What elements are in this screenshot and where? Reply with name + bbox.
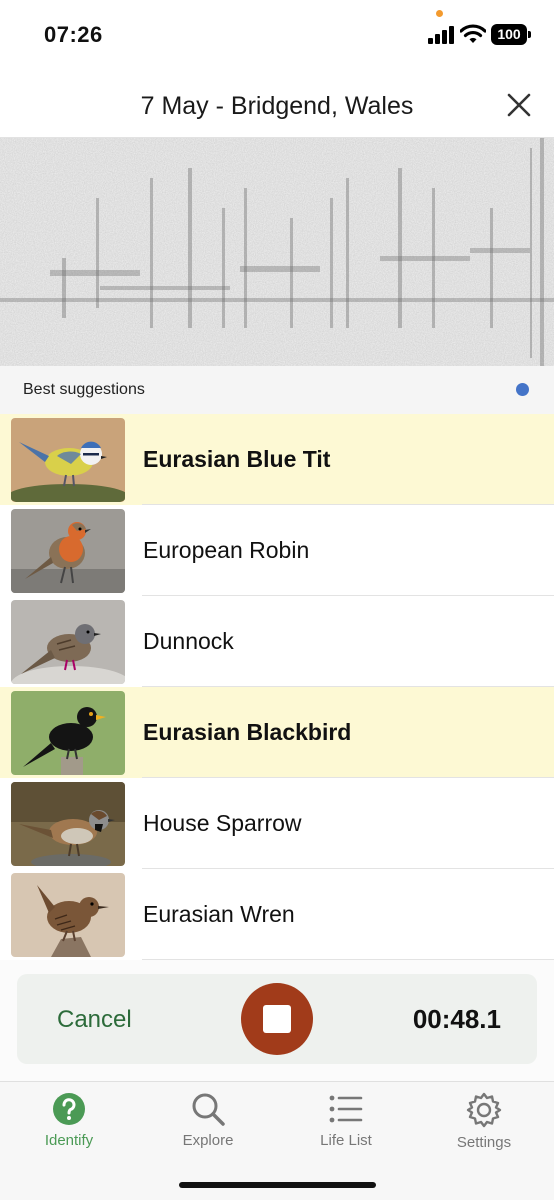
blue-tit-photo (11, 418, 125, 502)
close-icon[interactable] (506, 92, 532, 118)
recording-timer: 00:48.1 (412, 1004, 501, 1034)
cancel-button[interactable]: Cancel (57, 1006, 132, 1034)
bird-name: Eurasian Blackbird (143, 719, 352, 745)
suggestion-list: Eurasian Blue Tit European Robin Dunnock… (0, 414, 554, 960)
tab-identify[interactable]: Identify (14, 1092, 124, 1160)
list-item[interactable]: Eurasian Blue Tit (0, 414, 554, 505)
status-bar: 07:26 100 (0, 0, 554, 70)
tab-label: Identify (44, 1132, 94, 1149)
list-item[interactable]: House Sparrow (0, 778, 554, 869)
page-title: 7 May - Bridgend, Wales (140, 92, 414, 120)
tab-label: Life List (320, 1132, 372, 1149)
list-item[interactable]: Dunnock (0, 596, 554, 687)
tab-label: Settings (456, 1134, 512, 1151)
suggestions-label: Best suggestions (23, 381, 145, 398)
dunnock-photo (11, 600, 125, 684)
tab-label: Explore (182, 1132, 234, 1149)
search-icon (192, 1093, 225, 1126)
spectrogram (0, 138, 554, 366)
wifi-icon (460, 24, 486, 43)
list-icon (329, 1095, 363, 1123)
suggestions-header: Best suggestions (0, 366, 554, 414)
question-circle-icon (53, 1093, 85, 1125)
listening-indicator-dot (516, 383, 529, 396)
robin-photo (11, 509, 125, 593)
stop-icon (263, 1005, 291, 1033)
bird-name: Eurasian Blue Tit (143, 446, 331, 472)
bird-name: European Robin (143, 537, 310, 563)
bird-name: Dunnock (143, 628, 234, 654)
tab-settings[interactable]: Settings (429, 1092, 539, 1160)
signal-icon (428, 26, 454, 44)
wren-photo (11, 873, 125, 957)
tab-life-list[interactable]: Life List (291, 1092, 401, 1160)
list-item[interactable]: Eurasian Blackbird (0, 687, 554, 778)
recording-controls: Cancel 00:48.1 (17, 974, 537, 1064)
battery-icon: 100 (491, 24, 531, 45)
privacy-indicator-dot (436, 10, 443, 17)
house-sparrow-photo (11, 782, 125, 866)
gear-icon (466, 1092, 502, 1128)
divider (142, 959, 554, 960)
spectrogram-graphic (0, 138, 554, 366)
home-indicator (179, 1182, 376, 1188)
tab-explore[interactable]: Explore (153, 1092, 263, 1160)
list-item[interactable]: Eurasian Wren (0, 869, 554, 960)
status-time: 07:26 (44, 22, 103, 47)
blackbird-photo (11, 691, 125, 775)
stop-recording-button[interactable] (241, 983, 313, 1055)
bird-name: House Sparrow (143, 810, 302, 836)
list-item[interactable]: European Robin (0, 505, 554, 596)
recording-header: 7 May - Bridgend, Wales (0, 70, 554, 138)
bird-name: Eurasian Wren (143, 901, 295, 927)
